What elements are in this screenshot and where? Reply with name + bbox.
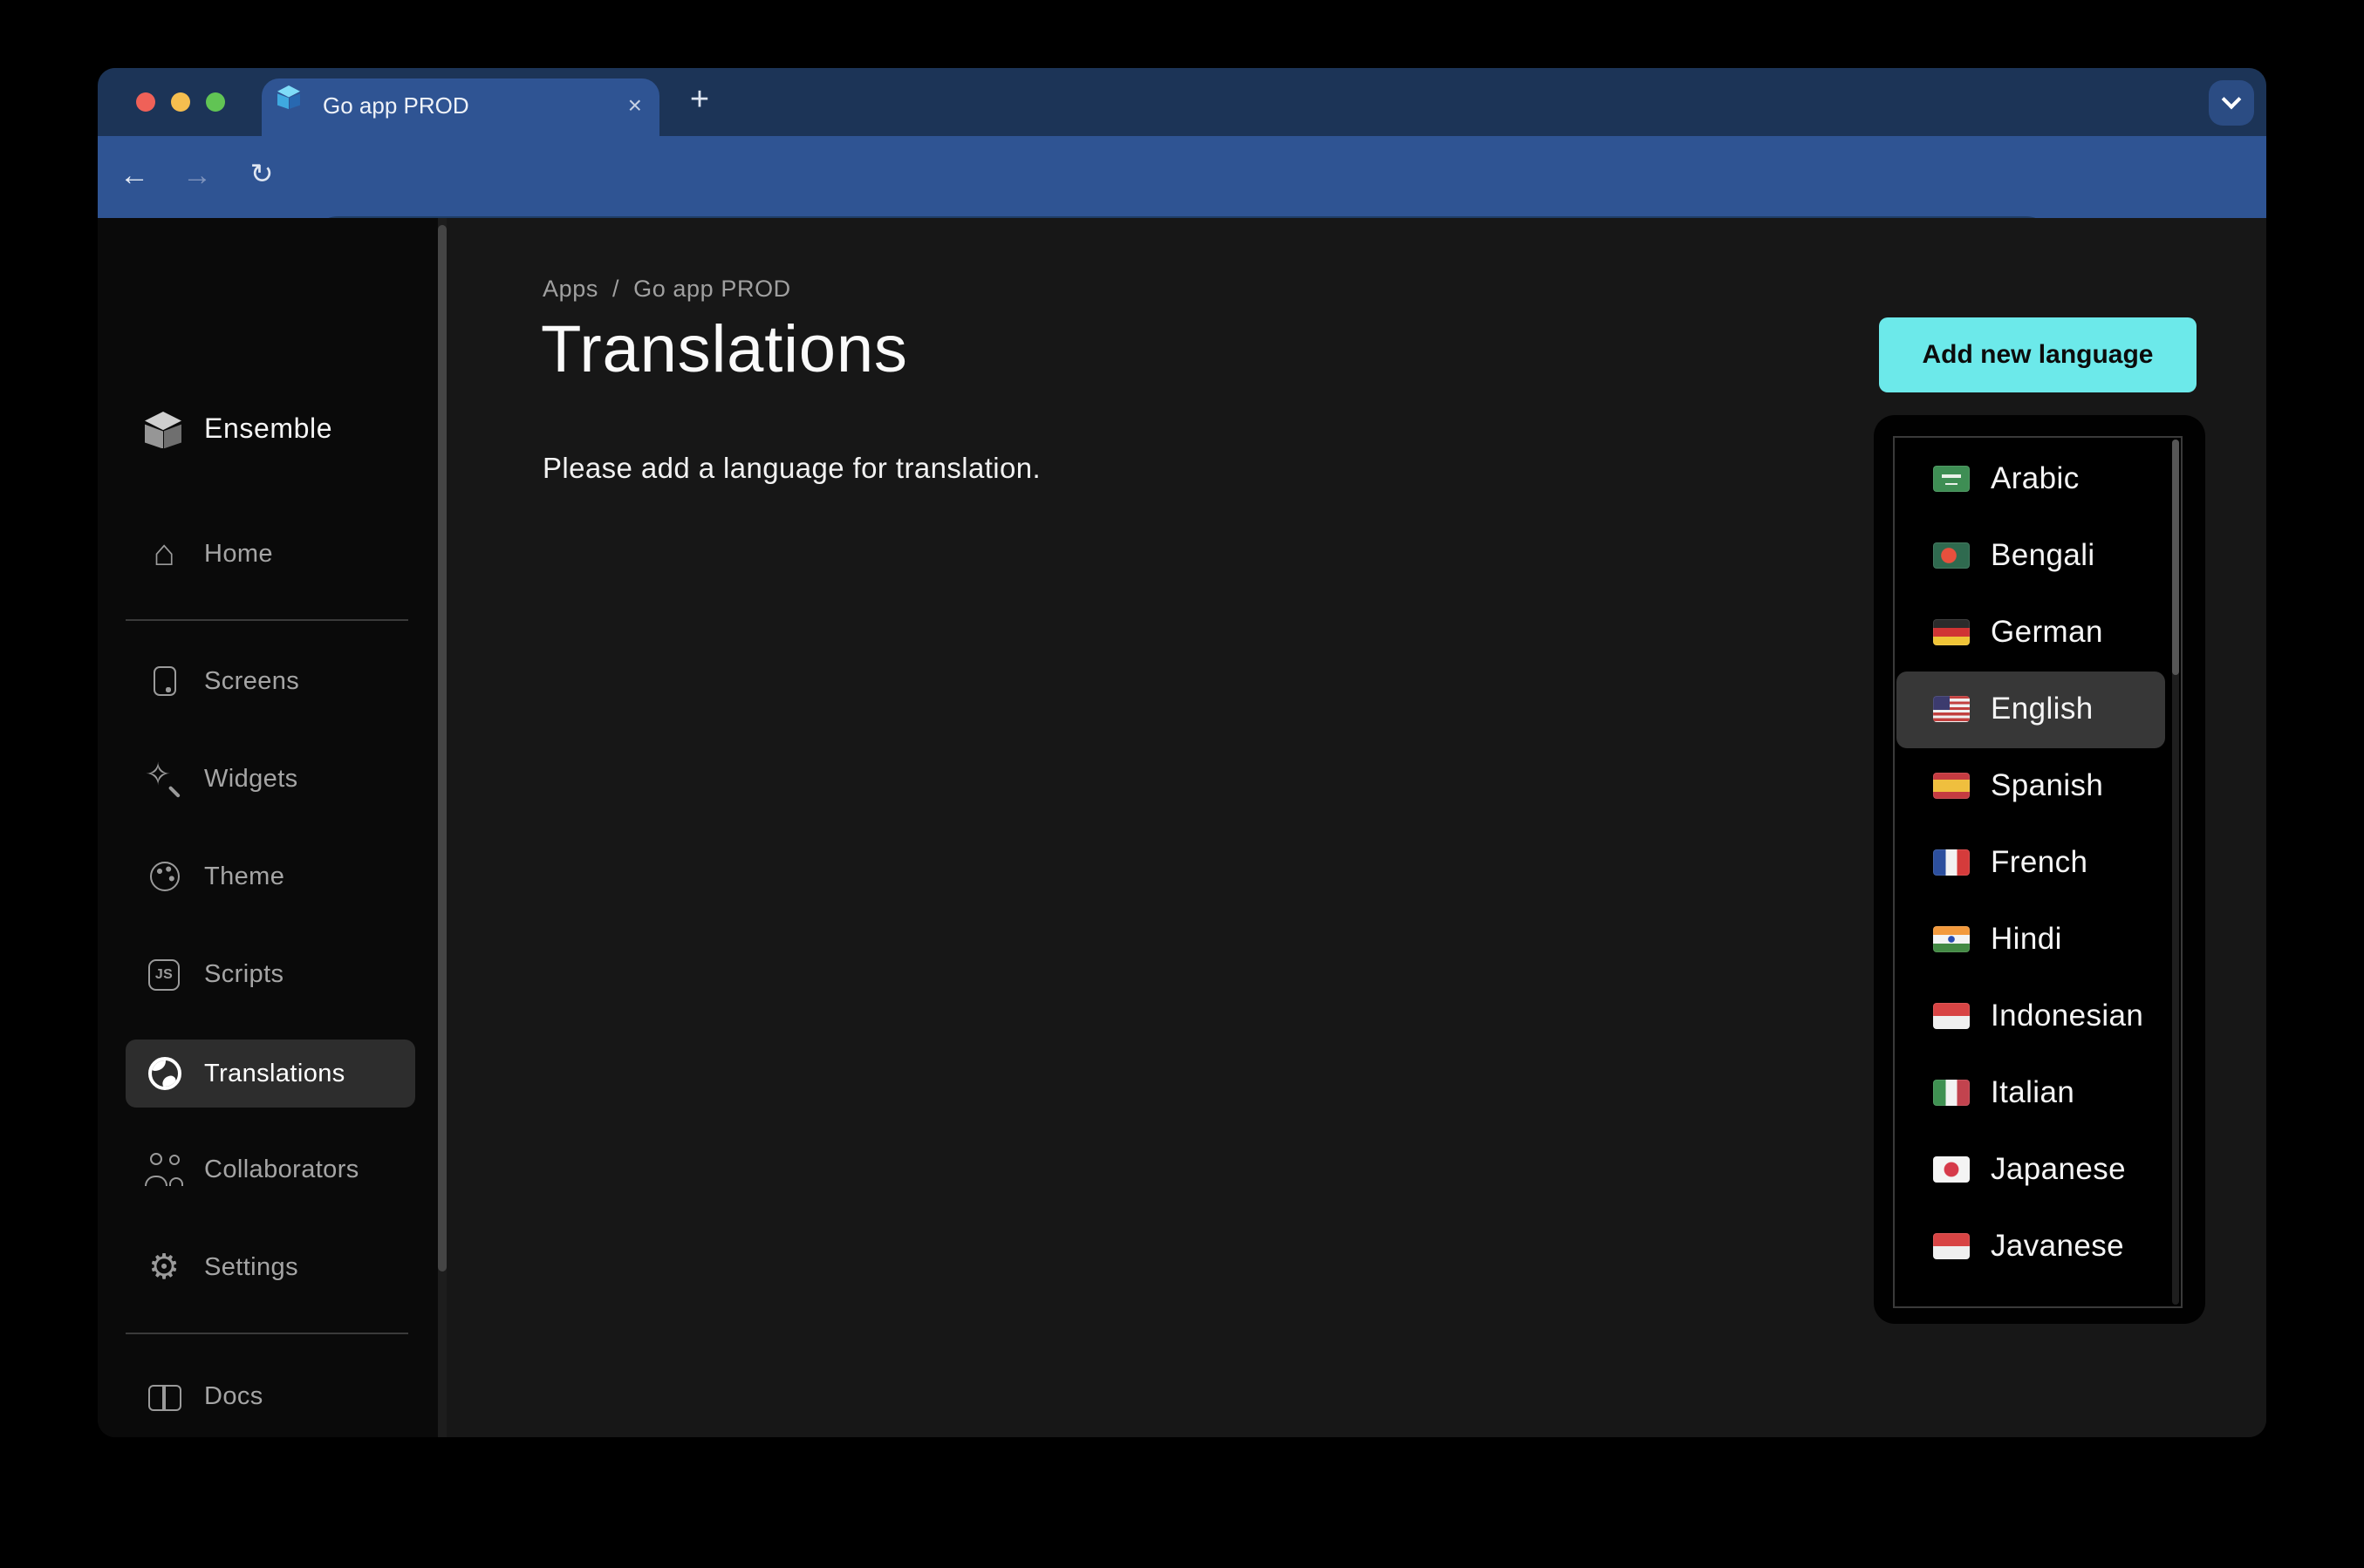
scripts-icon: JS [145, 955, 183, 993]
sidebar-item-translations[interactable]: Translations [126, 1040, 415, 1108]
tab-title: Go app PROD [323, 78, 469, 136]
empty-state-message: Please add a language for translation. [543, 453, 1041, 487]
forward-button[interactable]: → [173, 136, 222, 218]
sidebar: Ensemble ⌂ Home Screens ✧ Widgets Theme … [98, 218, 437, 1437]
language-label: Spanish [1991, 767, 2103, 804]
language-label: Bengali [1991, 537, 2095, 574]
sidebar-item-label: Translations [204, 1060, 345, 1087]
close-window-button[interactable] [135, 92, 154, 112]
language-option-japanese[interactable]: Japanese [1896, 1131, 2165, 1208]
language-option-english[interactable]: English [1896, 671, 2165, 747]
sidebar-item-label: Theme [204, 862, 284, 890]
flag-united-states-icon [1933, 696, 1970, 722]
sidebar-item-label: Settings [204, 1253, 298, 1281]
main-content: Apps / Go app PROD Translations Please a… [447, 218, 2266, 1437]
brand[interactable]: Ensemble [126, 392, 415, 469]
chevron-down-icon [2222, 90, 2242, 110]
language-label: German [1991, 614, 2103, 651]
language-option-french[interactable]: French [1896, 824, 2165, 901]
language-label: Japanese [1991, 1151, 2126, 1188]
home-icon: ⌂ [145, 535, 183, 573]
ensemble-favicon-icon [277, 85, 300, 110]
browser-toolbar: ← → ↻ studio.ensembleui.com/app/FhQC7J2D… [98, 136, 2266, 218]
ensemble-logo-icon [145, 412, 181, 450]
page-title: Translations [541, 314, 908, 389]
language-option-german[interactable]: German [1896, 594, 2165, 671]
language-option-javanese[interactable]: Javanese [1896, 1208, 2165, 1285]
sidebar-item-label: Docs [204, 1382, 263, 1410]
sidebar-item-theme[interactable]: Theme [126, 842, 415, 910]
language-option-bengali[interactable]: Bengali [1896, 517, 2165, 594]
sidebar-item-widgets[interactable]: ✧ Widgets [126, 745, 415, 813]
language-label: Hindi [1991, 921, 2062, 958]
flag-spain-icon [1933, 773, 1970, 799]
sidebar-item-scripts[interactable]: JS Scripts [126, 940, 415, 1008]
browser-window: Go app PROD × + ← → ↻ studio.ensembleui.… [98, 68, 2266, 1437]
sidebar-item-label: Home [204, 540, 273, 568]
language-option-italian[interactable]: Italian [1896, 1054, 2165, 1131]
tab-overview-button[interactable] [2209, 80, 2254, 126]
breadcrumb: Apps / Go app PROD [543, 276, 791, 302]
brand-label: Ensemble [204, 415, 332, 447]
zoom-window-button[interactable] [206, 92, 225, 112]
flag-italy-icon [1933, 1080, 1970, 1106]
sidebar-item-docs[interactable]: Docs [126, 1362, 415, 1430]
sidebar-item-home[interactable]: ⌂ Home [126, 520, 415, 588]
breadcrumb-current: Go app PROD [633, 276, 791, 302]
collaborators-icon [145, 1150, 183, 1189]
breadcrumb-apps-link[interactable]: Apps [543, 276, 598, 302]
browser-tab-strip: Go app PROD × + [98, 68, 2266, 136]
translations-globe-icon [145, 1054, 183, 1093]
tab-close-icon[interactable]: × [628, 78, 642, 136]
theme-palette-icon [145, 857, 183, 896]
flag-germany-icon [1933, 619, 1970, 645]
language-label: Javanese [1991, 1228, 2124, 1265]
flag-saudi-arabia-icon [1933, 466, 1970, 492]
language-option-arabic[interactable]: Arabic [1896, 440, 2165, 517]
flag-indonesia-icon [1933, 1003, 1970, 1029]
settings-gear-icon: ⚙ [145, 1248, 183, 1286]
sidebar-item-label: Collaborators [204, 1156, 359, 1183]
sidebar-item-label: Screens [204, 667, 299, 695]
language-list-scrollbar-thumb[interactable] [2171, 439, 2179, 674]
language-label: English [1991, 691, 2094, 727]
flag-japan-icon [1933, 1156, 1970, 1183]
new-tab-button[interactable]: + [677, 75, 722, 127]
language-label: Italian [1991, 1074, 2074, 1111]
sidebar-item-settings[interactable]: ⚙ Settings [126, 1233, 415, 1301]
screens-icon [145, 662, 183, 700]
sidebar-divider [126, 619, 408, 621]
language-list: Arabic Bengali German English [1893, 435, 2183, 1307]
sidebar-item-label: Widgets [204, 765, 298, 793]
language-option-spanish[interactable]: Spanish [1896, 747, 2165, 824]
sidebar-item-collaborators[interactable]: Collaborators [126, 1135, 415, 1203]
reload-button[interactable]: ↻ [237, 136, 286, 218]
language-label: French [1991, 844, 2087, 881]
minimize-window-button[interactable] [171, 92, 190, 112]
sidebar-scrollbar-thumb[interactable] [437, 225, 447, 1271]
back-button[interactable]: ← [110, 136, 159, 218]
flag-indonesia-icon [1933, 1233, 1970, 1259]
language-dropdown: Arabic Bengali German English [1873, 414, 2205, 1324]
flag-india-icon [1933, 926, 1970, 952]
desktop-backdrop: Go app PROD × + ← → ↻ studio.ensembleui.… [0, 0, 2364, 1568]
sidebar-item-label: Scripts [204, 960, 284, 988]
sidebar-divider [126, 1333, 408, 1334]
sidebar-item-screens[interactable]: Screens [126, 647, 415, 715]
language-label: Arabic [1991, 460, 2080, 497]
language-option-hindi[interactable]: Hindi [1896, 901, 2165, 978]
language-option-indonesian[interactable]: Indonesian [1896, 978, 2165, 1054]
flag-bangladesh-icon [1933, 542, 1970, 569]
language-label: Indonesian [1991, 998, 2143, 1034]
widgets-icon: ✧ [145, 760, 183, 798]
browser-tab[interactable]: Go app PROD × [262, 78, 659, 136]
sidebar-scrollbar[interactable] [437, 218, 447, 1437]
flag-france-icon [1933, 849, 1970, 876]
add-new-language-button[interactable]: Add new language [1879, 317, 2197, 392]
breadcrumb-separator: / [612, 276, 619, 302]
docs-book-icon [145, 1377, 183, 1415]
